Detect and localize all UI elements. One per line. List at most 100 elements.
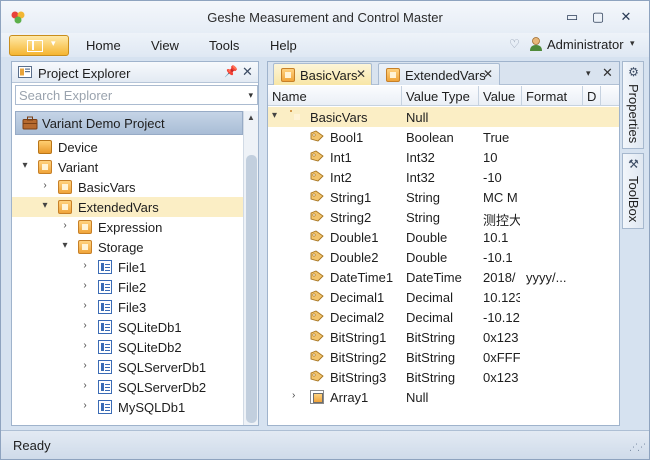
user-name[interactable]: Administrator — [547, 37, 624, 52]
tab-label: ExtendedVars — [405, 68, 486, 83]
window-title: Geshe Measurement and Control Master — [207, 10, 443, 25]
tree-item[interactable]: ▾ ExtendedVars — [12, 197, 243, 217]
application-menu-button[interactable]: ▾ — [9, 35, 69, 56]
explorer-scrollbar[interactable]: ▲ — [243, 111, 258, 425]
user-menu-chevron-icon[interactable]: ▾ — [630, 38, 635, 49]
menu-tools[interactable]: Tools — [209, 38, 239, 53]
column-header-name[interactable]: Name — [268, 86, 402, 106]
search-input[interactable] — [16, 86, 234, 104]
tree-item[interactable]: › File1 — [12, 257, 243, 277]
scrollbar-thumb[interactable] — [246, 155, 257, 423]
grid-row[interactable]: Decimal2 Decimal -10.12 — [268, 307, 619, 327]
tab-extendedvars[interactable]: ExtendedVars ✕ — [378, 63, 500, 85]
document-close-icon[interactable]: ✕ — [602, 65, 613, 81]
explorer-icon — [18, 66, 32, 78]
expand-chevron-icon[interactable]: › — [80, 260, 90, 271]
project-node[interactable]: Variant Demo Project — [15, 111, 243, 135]
tree-item[interactable]: › Expression — [12, 217, 243, 237]
grid-row[interactable]: Double2 Double -10.1 — [268, 247, 619, 267]
favorite-heart-icon[interactable]: ♡ — [509, 37, 520, 51]
expand-chevron-icon[interactable]: › — [80, 400, 90, 411]
column-header-value[interactable]: Value — [479, 86, 522, 106]
cell-value[interactable]: 10.1 — [483, 230, 520, 245]
minimize-button[interactable]: ▭ — [561, 7, 583, 27]
db-icon — [98, 360, 112, 374]
expand-chevron-icon[interactable]: › — [60, 220, 70, 231]
tree-item[interactable]: › BasicVars — [12, 177, 243, 197]
grid-row[interactable]: Int1 Int32 10 — [268, 147, 619, 167]
grid-row[interactable]: BitString2 BitString 0xFFF — [268, 347, 619, 367]
column-header-value-type[interactable]: Value Type — [402, 86, 479, 106]
tree-item[interactable]: Device — [12, 137, 243, 157]
grid-row[interactable]: ▾ BasicVars Null — [268, 107, 619, 127]
tree-item[interactable]: › SQLiteDb2 — [12, 337, 243, 357]
grid-row[interactable]: DateTime1 DateTime 2018/yyyy/... — [268, 267, 619, 287]
project-briefcase-icon — [22, 116, 38, 130]
cell-value[interactable]: 2018/ — [483, 270, 520, 285]
grid-row[interactable]: Decimal1 Decimal 10.123 — [268, 287, 619, 307]
explorer-close-icon[interactable]: ✕ — [242, 64, 253, 80]
tree-item[interactable]: › MySQLDb1 — [12, 397, 243, 417]
tab-basicvars[interactable]: BasicVars ✕ — [273, 63, 372, 85]
toolbox-side-tab[interactable]: ⚒ ToolBox — [622, 153, 644, 229]
menu-home[interactable]: Home — [86, 38, 121, 53]
grid-row[interactable]: String1 String MC M — [268, 187, 619, 207]
expand-chevron-icon[interactable]: › — [80, 320, 90, 331]
cell-value[interactable]: -10.12 — [483, 310, 520, 325]
search-dropdown-icon[interactable]: ▾ — [248, 90, 253, 101]
expand-chevron-icon[interactable]: › — [80, 280, 90, 291]
tree-item[interactable]: › SQLServerDb1 — [12, 357, 243, 377]
cell-value[interactable]: 10 — [483, 150, 520, 165]
cell-format: yyyy/... — [526, 270, 567, 285]
collapse-chevron-icon[interactable]: ▾ — [20, 160, 30, 171]
cell-value-type: Null — [406, 390, 429, 405]
collapse-chevron-icon[interactable]: ▾ — [40, 200, 50, 211]
cell-value[interactable]: -10.1 — [483, 250, 520, 265]
menu-view[interactable]: View — [151, 38, 179, 53]
collapse-chevron-icon[interactable]: ▾ — [60, 240, 70, 251]
folder-icon — [281, 68, 295, 82]
cell-value[interactable]: 0xFFF — [483, 350, 520, 365]
column-header-format[interactable]: Format — [522, 86, 583, 106]
db-icon — [98, 300, 112, 314]
cell-value[interactable]: 0x123 — [483, 330, 520, 345]
explorer-search[interactable]: ▾ — [15, 85, 258, 105]
grid-row[interactable]: BitString1 BitString 0x123 — [268, 327, 619, 347]
scroll-up-icon[interactable]: ▲ — [247, 113, 255, 122]
cell-value[interactable]: 10.123 — [483, 290, 520, 305]
tree-item[interactable]: ▾ Variant — [12, 157, 243, 177]
resize-grip-icon[interactable]: ⋰⋰ — [629, 442, 646, 453]
tab-close-icon[interactable]: ✕ — [483, 67, 493, 81]
tree-item-label: SQLServerDb2 — [118, 380, 207, 395]
cell-value[interactable]: -10 — [483, 170, 520, 185]
grid-row[interactable]: Double1 Double 10.1 — [268, 227, 619, 247]
collapse-chevron-icon[interactable]: ▾ — [272, 110, 277, 121]
expand-chevron-icon[interactable]: › — [80, 340, 90, 351]
expand-chevron-icon[interactable]: › — [80, 360, 90, 371]
maximize-button[interactable]: ▢ — [587, 7, 609, 27]
grid-row[interactable]: › Array1 Null — [268, 387, 619, 407]
tabs-dropdown-icon[interactable]: ▾ — [586, 68, 591, 79]
tree-item[interactable]: › SQLServerDb2 — [12, 377, 243, 397]
expand-chevron-icon[interactable]: › — [40, 180, 50, 191]
tree-item[interactable]: › File3 — [12, 297, 243, 317]
menu-help[interactable]: Help — [270, 38, 297, 53]
tab-close-icon[interactable]: ✕ — [356, 67, 366, 81]
grid-row[interactable]: Int2 Int32 -10 — [268, 167, 619, 187]
properties-side-tab[interactable]: ⚙ Properties — [622, 61, 644, 149]
grid-row[interactable]: BitString3 BitString 0x123 — [268, 367, 619, 387]
expand-chevron-icon[interactable]: › — [80, 300, 90, 311]
cell-value[interactable]: MC M — [483, 190, 520, 205]
grid-row[interactable]: String2 String 测控大 — [268, 207, 619, 228]
expand-chevron-icon[interactable]: › — [292, 390, 295, 401]
pin-icon[interactable]: 📌 — [224, 65, 238, 78]
tree-item[interactable]: › SQLiteDb1 — [12, 317, 243, 337]
tree-item[interactable]: ▾ Storage — [12, 237, 243, 257]
close-button[interactable]: ✕ — [615, 7, 637, 27]
cell-value[interactable]: True — [483, 130, 520, 145]
cell-value[interactable]: 0x123 — [483, 370, 520, 385]
tree-item[interactable]: › File2 — [12, 277, 243, 297]
grid-row[interactable]: Bool1 Boolean True — [268, 127, 619, 147]
expand-chevron-icon[interactable]: › — [80, 380, 90, 391]
column-header-description[interactable]: D — [583, 86, 601, 106]
